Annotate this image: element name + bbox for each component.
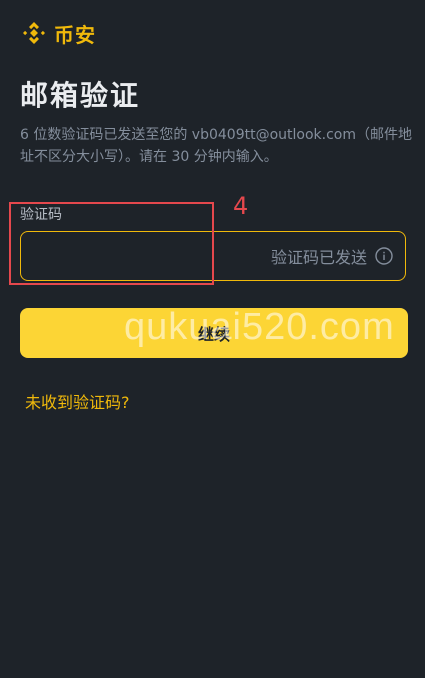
- binance-logo-icon: [23, 22, 45, 44]
- app-header: 币安: [20, 18, 96, 48]
- page-description: 6 位数验证码已发送至您的 vb0409tt@outlook.com（邮件地址不…: [20, 127, 412, 165]
- continue-button-label: 继续: [197, 325, 230, 344]
- code-input-container[interactable]: 验证码已发送: [20, 231, 406, 281]
- resend-code-link[interactable]: 未收到验证码?: [25, 389, 130, 413]
- brand-name: 币安: [54, 22, 96, 47]
- code-sent-status: 验证码已发送: [270, 248, 367, 267]
- page-title: 邮箱验证: [20, 79, 141, 112]
- info-circle-icon[interactable]: [375, 247, 393, 265]
- annotation-step-number: 4: [233, 192, 249, 220]
- code-field-label: 验证码: [20, 207, 62, 223]
- continue-button[interactable]: 继续: [20, 308, 408, 358]
- verification-code-input[interactable]: [21, 232, 271, 280]
